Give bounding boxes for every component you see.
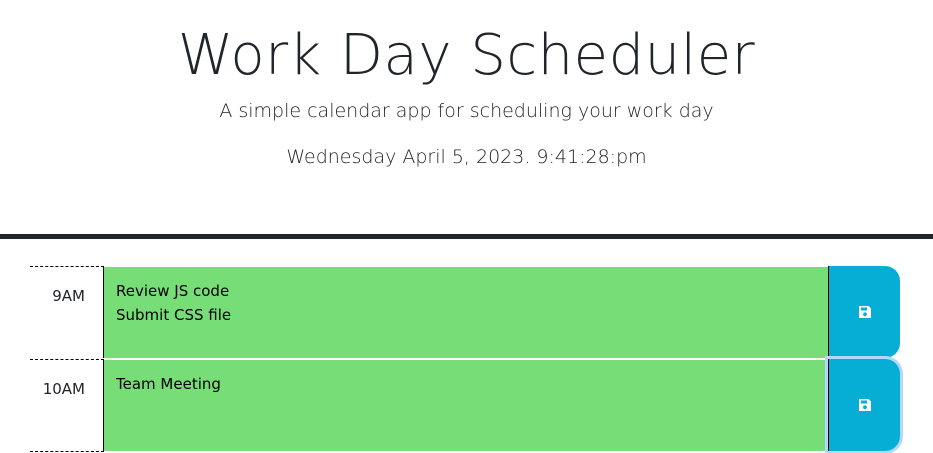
time-block-list: 9AM Review JS code Submit CSS file 10AM …: [0, 266, 933, 452]
floppy-disk-icon: [858, 399, 871, 411]
save-button[interactable]: [828, 359, 900, 451]
hour-label: 9AM: [30, 266, 104, 358]
time-block-row: 10AM Team Meeting: [0, 359, 933, 452]
current-day: Wednesday April 5, 2023. 9:41:28:pm: [286, 146, 647, 168]
event-description-input[interactable]: Team Meeting: [104, 359, 829, 451]
time-block-row: 9AM Review JS code Submit CSS file: [0, 266, 933, 359]
floppy-disk-icon: [858, 306, 871, 318]
page-subtitle: A simple calendar app for scheduling you…: [219, 100, 714, 122]
page-title: Work Day Scheduler: [177, 23, 756, 88]
hour-label: 10AM: [30, 359, 104, 452]
page-header: Work Day Scheduler A simple calendar app…: [0, 0, 933, 239]
save-button[interactable]: [828, 266, 900, 358]
event-description-input[interactable]: Review JS code Submit CSS file: [104, 266, 829, 358]
